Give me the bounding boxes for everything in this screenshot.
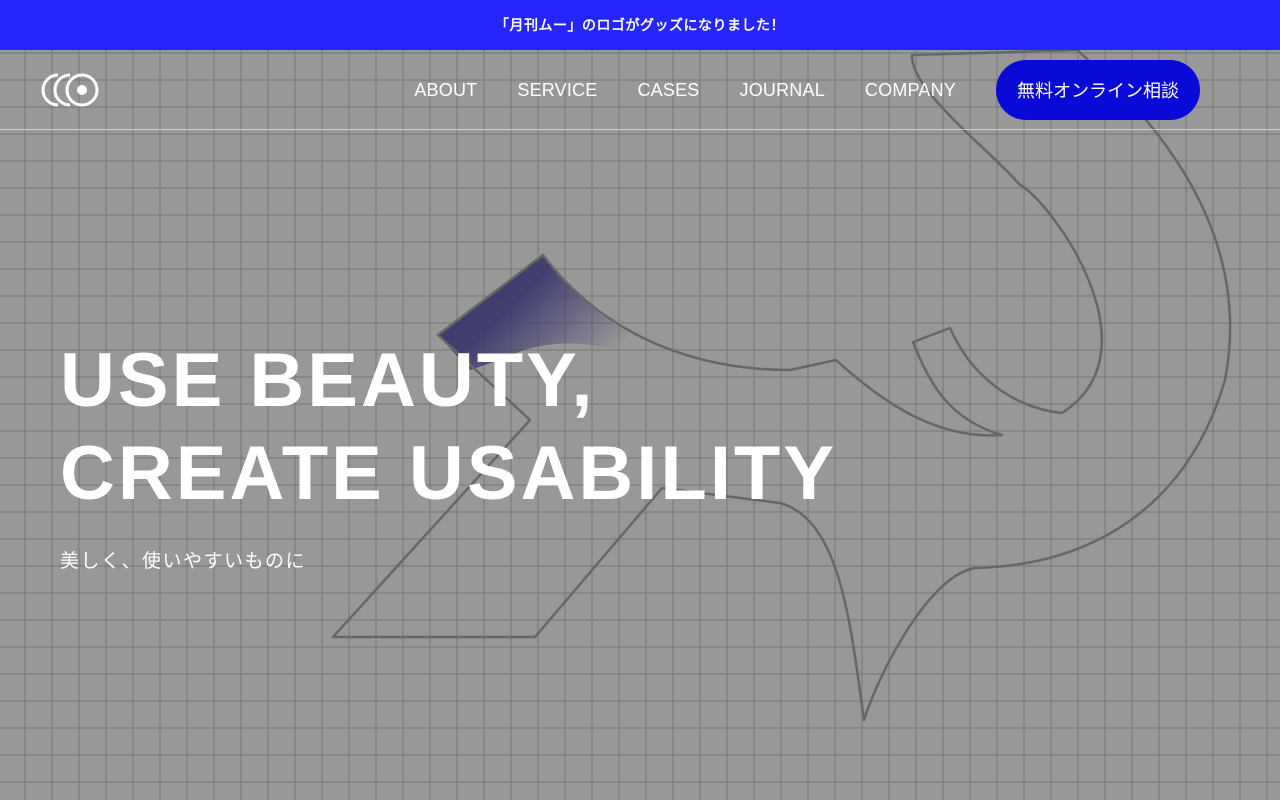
triple-circle-logo-icon[interactable] [40, 72, 100, 108]
nav-service[interactable]: SERVICE [517, 80, 597, 101]
nav-about[interactable]: ABOUT [414, 80, 477, 101]
site-header: ABOUT SERVICE CASES JOURNAL COMPANY 無料オン… [0, 50, 1280, 130]
free-consultation-button[interactable]: 無料オンライン相談 [996, 60, 1200, 120]
hero-subline: 美しく、使いやすいものに [60, 550, 307, 572]
hero-headline-line-1: USE BEAUTY, [60, 338, 596, 423]
hero-headline: USE BEAUTY, CREATE USABILITY [60, 334, 837, 520]
hero-headline-line-2: CREATE USABILITY [60, 431, 838, 516]
nav-journal[interactable]: JOURNAL [740, 80, 825, 101]
announcement-link[interactable]: 「月刊ムー」のロゴがグッズになりました！ [495, 15, 785, 35]
nav-cases[interactable]: CASES [637, 80, 699, 101]
nav-company[interactable]: COMPANY [865, 80, 956, 101]
hero-section: USE BEAUTY, CREATE USABILITY 美しく、使いやすいもの… [60, 334, 837, 573]
main-nav: ABOUT SERVICE CASES JOURNAL COMPANY [414, 50, 956, 130]
announcement-bar[interactable]: 「月刊ムー」のロゴがグッズになりました！ [0, 0, 1280, 50]
